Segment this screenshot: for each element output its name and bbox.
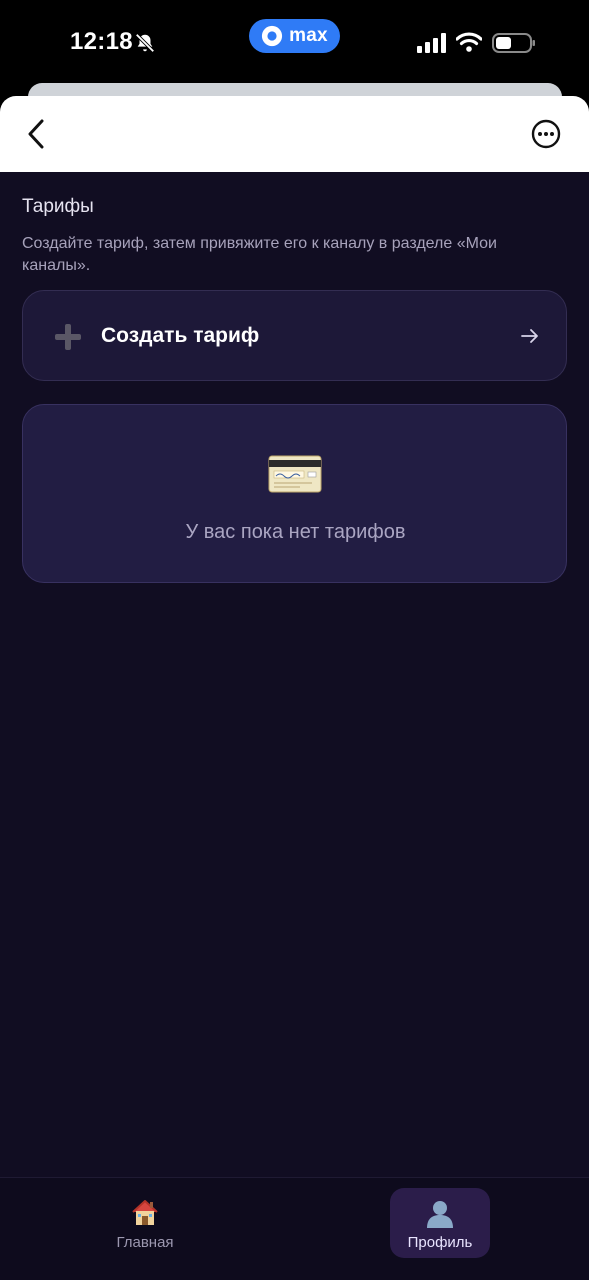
section-title: Тарифы <box>22 196 94 217</box>
wifi-icon <box>456 32 482 52</box>
empty-state-text: У вас пока нет тарифов <box>185 521 406 543</box>
credit-card-icon <box>268 455 322 493</box>
user-silhouette-icon <box>427 1201 453 1228</box>
nav-item-home[interactable]: Главная <box>95 1188 195 1258</box>
app-screen: 12:18 max Тарифы Создайте тариф, затем п… <box>0 0 589 1280</box>
top-header <box>0 96 589 172</box>
nav-label-profile: Профиль <box>407 1234 473 1251</box>
section-description: Создайте тариф, затем привяжите его к ка… <box>22 235 497 274</box>
status-time: 12:18 <box>70 28 133 55</box>
create-tariff-label: Создать тариф <box>101 324 260 347</box>
create-tariff-button[interactable]: Создать тариф <box>22 290 567 381</box>
main-content: Тарифы Создайте тариф, затем привяжите е… <box>0 172 589 1177</box>
plus-icon <box>55 324 81 350</box>
nav-item-profile[interactable]: Профиль <box>390 1188 490 1258</box>
chevron-left-icon <box>28 119 44 149</box>
more-options-icon[interactable] <box>530 118 562 150</box>
house-icon <box>132 1200 158 1225</box>
status-bar: 12:18 max <box>0 0 589 84</box>
bottom-navigation: Главная Профиль <box>0 1177 589 1280</box>
arrow-right-icon <box>521 329 538 343</box>
battery-icon <box>492 33 535 53</box>
max-logo-icon <box>262 25 283 47</box>
bell-muted-icon <box>135 33 155 53</box>
cellular-signal-icon <box>417 33 446 53</box>
max-app-pill[interactable]: max <box>249 19 340 53</box>
max-pill-label: max <box>289 25 328 46</box>
back-button[interactable] <box>20 116 52 152</box>
empty-state-card: У вас пока нет тарифов <box>22 404 567 583</box>
nav-label-home: Главная <box>116 1234 174 1251</box>
